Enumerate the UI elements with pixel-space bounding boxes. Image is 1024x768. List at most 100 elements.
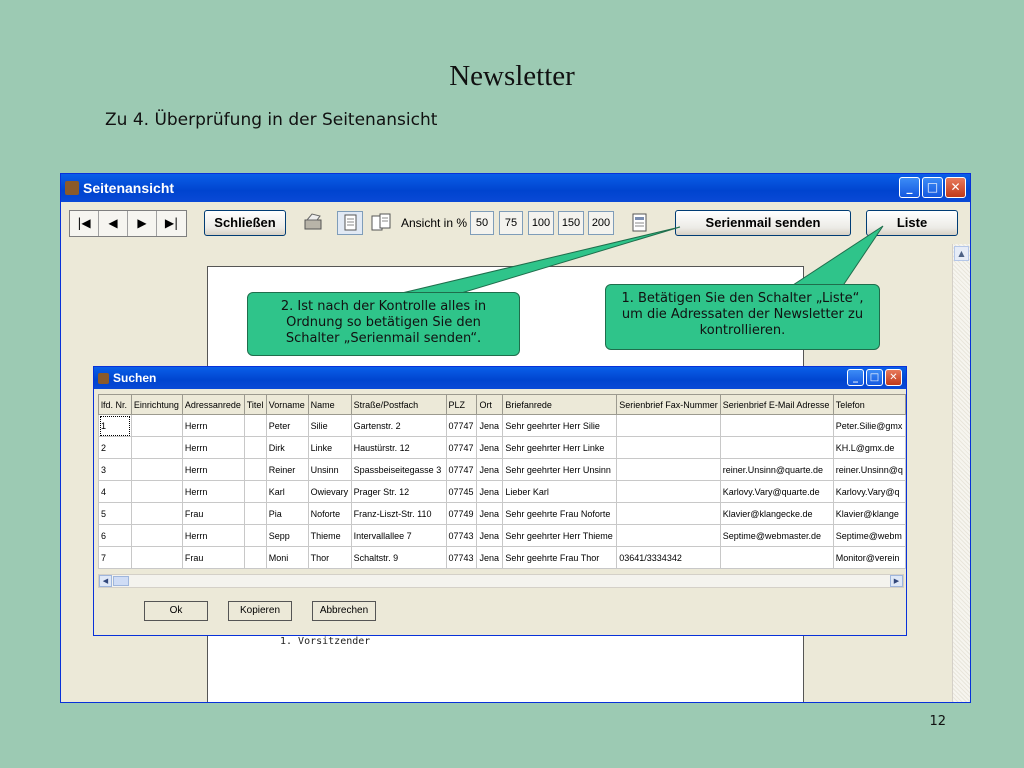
abbrechen-button[interactable]: Abbrechen <box>312 601 376 621</box>
table-cell[interactable]: Jena <box>476 502 504 525</box>
liste-button[interactable]: Liste <box>866 210 958 236</box>
table-cell[interactable] <box>243 436 267 459</box>
table-cell[interactable]: Silie <box>307 414 352 437</box>
kopieren-button[interactable]: Kopieren <box>228 601 292 621</box>
column-header[interactable]: Titel <box>243 394 267 415</box>
last-record-icon[interactable]: ▶| <box>157 211 186 236</box>
table-cell[interactable]: Noforte <box>307 502 352 525</box>
close-icon[interactable]: ✕ <box>945 177 966 198</box>
table-cell[interactable] <box>616 436 721 459</box>
table-cell[interactable]: Monitor@verein <box>832 546 906 569</box>
print-icon[interactable] <box>300 211 326 235</box>
table-cell[interactable]: Herrn <box>181 480 245 503</box>
zoom-150-button[interactable]: 150 <box>558 211 584 235</box>
table-cell[interactable]: Frau <box>181 546 245 569</box>
table-cell[interactable]: Gartenstr. 2 <box>350 414 447 437</box>
column-header[interactable]: Ort <box>476 394 504 415</box>
table-cell[interactable] <box>243 480 267 503</box>
scroll-left-icon[interactable]: ◀ <box>99 575 112 587</box>
table-cell[interactable]: Karl <box>265 480 309 503</box>
window-titlebar[interactable]: Seitenansicht _ □ ✕ <box>61 174 970 202</box>
table-cell[interactable]: Karlovy.Vary@quarte.de <box>719 480 834 503</box>
table-cell[interactable]: Sepp <box>265 524 309 547</box>
table-row[interactable]: 5 Frau Pia Noforte Franz-Liszt-Str. 110 07749… <box>98 502 906 525</box>
table-cell[interactable]: 07747 <box>445 436 478 459</box>
column-header[interactable]: Telefon <box>832 394 906 415</box>
table-cell[interactable]: Septime@webm <box>832 524 906 547</box>
next-record-icon[interactable]: ▶ <box>128 211 157 236</box>
table-cell[interactable]: Unsinn <box>307 458 352 481</box>
zoom-200-button[interactable]: 200 <box>588 211 614 235</box>
table-cell[interactable]: Septime@webmaster.de <box>719 524 834 547</box>
table-cell[interactable]: 3 <box>98 458 132 481</box>
close-preview-button[interactable]: Schließen <box>204 210 286 236</box>
table-cell[interactable]: Thor <box>307 546 352 569</box>
table-cell[interactable]: 07743 <box>445 546 478 569</box>
table-cell[interactable] <box>616 524 721 547</box>
serienmail-senden-button[interactable]: Serienmail senden <box>675 210 851 236</box>
column-header[interactable]: Adressanrede <box>181 394 245 415</box>
table-cell[interactable]: 07749 <box>445 502 478 525</box>
table-cell[interactable]: Franz-Liszt-Str. 110 <box>350 502 447 525</box>
table-cell[interactable]: Karlovy.Vary@q <box>832 480 906 503</box>
table-cell[interactable]: Haustürstr. 12 <box>350 436 447 459</box>
zoom-100-button[interactable]: 100 <box>528 211 554 235</box>
column-header[interactable]: lfd. Nr. <box>98 394 132 415</box>
zoom-50-button[interactable]: 50 <box>470 211 494 235</box>
table-cell[interactable]: 7 <box>98 546 132 569</box>
table-cell[interactable] <box>130 524 183 547</box>
column-header[interactable]: Serienbrief Fax-Nummer <box>616 394 721 415</box>
table-cell[interactable]: Pia <box>265 502 309 525</box>
table-cell[interactable]: 5 <box>98 502 132 525</box>
table-cell[interactable] <box>130 458 183 481</box>
table-cell[interactable]: Thieme <box>307 524 352 547</box>
scroll-thumb[interactable] <box>113 576 129 586</box>
table-cell[interactable]: Sehr geehrter Herr Silie <box>502 414 618 437</box>
table-cell[interactable]: Frau <box>181 502 245 525</box>
dialog-close-icon[interactable]: ✕ <box>885 369 902 386</box>
table-cell[interactable]: Sehr geehrte Frau Noforte <box>502 502 618 525</box>
table-cell[interactable]: Herrn <box>181 436 245 459</box>
table-cell[interactable]: Jena <box>476 414 504 437</box>
vertical-scrollbar[interactable]: ▲ <box>952 244 970 702</box>
table-cell[interactable]: Herrn <box>181 524 245 547</box>
first-record-icon[interactable]: |◀ <box>70 211 99 236</box>
table-cell[interactable]: Peter <box>265 414 309 437</box>
table-cell[interactable]: Herrn <box>181 458 245 481</box>
table-cell[interactable]: Klavier@klangecke.de <box>719 502 834 525</box>
table-cell[interactable] <box>719 414 834 437</box>
two-pages-icon[interactable] <box>368 211 394 235</box>
column-header[interactable]: Briefanrede <box>502 394 618 415</box>
table-cell[interactable] <box>130 414 183 437</box>
table-cell[interactable]: Klavier@klange <box>832 502 906 525</box>
table-cell[interactable]: Lieber Karl <box>502 480 618 503</box>
table-cell[interactable]: Herrn <box>181 414 245 437</box>
table-cell[interactable]: Jena <box>476 480 504 503</box>
column-header[interactable]: Einrichtung <box>130 394 183 415</box>
table-cell[interactable]: Sehr geehrte Frau Thor <box>502 546 618 569</box>
table-cell[interactable] <box>616 458 721 481</box>
table-cell[interactable]: 07747 <box>445 458 478 481</box>
table-cell[interactable] <box>130 436 183 459</box>
table-cell[interactable] <box>243 458 267 481</box>
column-header[interactable]: Serienbrief E-Mail Adresse <box>719 394 834 415</box>
table-cell[interactable]: Jena <box>476 524 504 547</box>
table-row[interactable]: 3 Herrn Reiner Unsinn Spassbeiseitegasse 3 07… <box>98 458 906 481</box>
minimize-icon[interactable]: _ <box>899 177 920 198</box>
table-cell[interactable]: Intervallallee 7 <box>350 524 447 547</box>
table-cell[interactable]: Peter.Silie@gmx <box>832 414 906 437</box>
table-cell[interactable]: Jena <box>476 436 504 459</box>
dialog-maximize-icon[interactable]: □ <box>866 369 883 386</box>
dialog-titlebar[interactable]: Suchen _ □ ✕ <box>94 367 906 389</box>
table-row[interactable]: 1 Herrn Peter Silie Gartenstr. 2 07747 Jena Seh… <box>98 414 906 437</box>
table-cell[interactable]: Dirk <box>265 436 309 459</box>
table-row[interactable]: 7 Frau Moni Thor Schaltstr. 9 07743 Jena Sehr g… <box>98 546 906 569</box>
single-page-icon[interactable] <box>337 211 363 235</box>
table-cell[interactable]: Reiner <box>265 458 309 481</box>
table-cell[interactable]: Prager Str. 12 <box>350 480 447 503</box>
table-cell[interactable]: 07747 <box>445 414 478 437</box>
maximize-icon[interactable]: □ <box>922 177 943 198</box>
column-header[interactable]: PLZ <box>445 394 478 415</box>
table-cell[interactable]: Moni <box>265 546 309 569</box>
table-row[interactable]: 6 Herrn Sepp Thieme Intervallallee 7 07743 Jen… <box>98 524 906 547</box>
